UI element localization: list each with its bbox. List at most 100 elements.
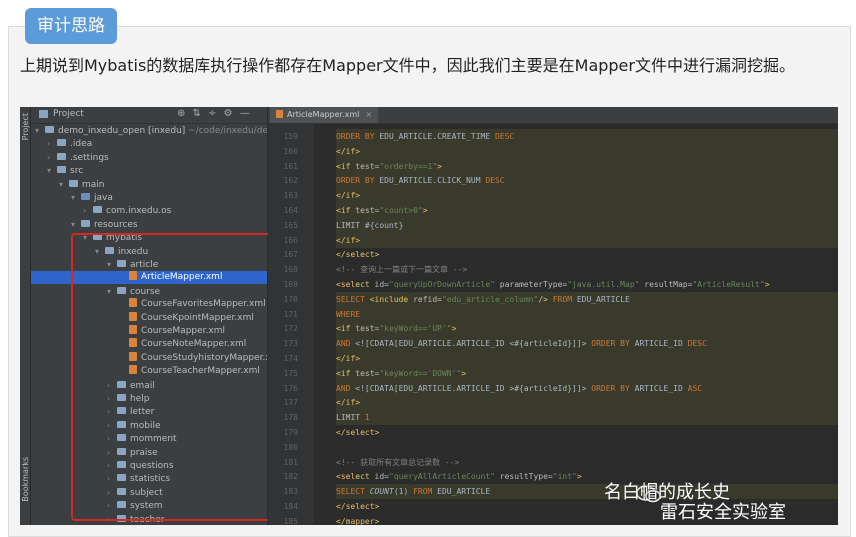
code-token: LIMIT #{count} [336,220,404,230]
code-token: <select [336,280,375,289]
code-line[interactable]: </if> [336,351,360,366]
code-line[interactable]: <if test="count>0"> [336,203,428,218]
code-line[interactable]: <!-- 获取所有文章总记录数 --> [336,455,459,470]
line-number: 170 [283,294,298,304]
code-line[interactable]: WHERE [336,307,360,322]
code-token: <!-- 查询上一篇或下一篇文章 --> [336,265,468,275]
strip-project-label[interactable]: Project [21,113,30,140]
tree-item-label: main [82,179,105,190]
project-panel-title[interactable]: Project [53,109,84,119]
code-token: SELECT [336,294,370,304]
tree-item[interactable]: ▾ src [31,164,267,177]
close-icon[interactable]: × [365,110,372,119]
tree-item[interactable]: ▾ resources [31,218,267,231]
code-line[interactable]: <select id="queryAllArticleCount" result… [336,469,582,484]
tree-item-path: ~/code/inxedu/demo [188,126,267,136]
code-token: EDU_ARTICLE [437,487,491,497]
code-token: FROM [552,294,577,304]
code-token: "orderby==1" [379,161,438,171]
code-line[interactable]: ORDER BY EDU_ARTICLE.CLICK_NUM DESC [336,173,505,188]
code-token: ARTICLE_ID [634,339,688,349]
code-line[interactable]: </if> [336,395,360,410]
code-token: FROM [413,487,438,497]
line-number: 168 [283,265,298,275]
chevron-down-icon[interactable]: ▾ [59,178,69,191]
code-line[interactable]: <if test="orderby==1"> [336,159,442,174]
code-token: </if> [336,146,361,156]
highlight-box [71,233,278,521]
code-token: WHERE [336,309,361,319]
tree-item[interactable]: › .settings [31,151,267,164]
code-line[interactable]: </select> [336,425,379,440]
tree-item[interactable]: ▾ main [31,178,267,191]
code-token: parameterType= [499,280,568,289]
code-line[interactable]: </select> [336,247,379,262]
chevron-down-icon[interactable]: ▾ [71,191,81,204]
code-line[interactable]: SELECT COUNT(1) FROM EDU_ARTICLE [336,484,490,499]
code-line[interactable]: <!-- 查询上一篇或下一篇文章 --> [336,262,467,277]
tab-article-mapper[interactable]: ArticleMapper.xml × [270,107,379,123]
code-token: EDU_ARTICLE.CREATE_TIME [379,132,495,141]
code-token: <if [336,206,356,215]
code-token: <![CDATA[EDU_ARTICLE.ARTICLE_ID >#{artic… [355,383,592,393]
line-number: 162 [283,176,298,186]
line-number: 175 [283,368,298,378]
chevron-right-icon[interactable]: › [47,151,57,164]
code-token: DESC [494,132,515,141]
highlighted-line-background [336,395,838,411]
code-token: refid= [413,294,442,304]
intro-paragraph: 上期说到Mybatis的数据库执行操作都存在Mapper文件中，因此我们主要是在… [20,56,795,75]
chevron-right-icon[interactable]: › [83,204,93,217]
code-token: </if> [336,235,361,245]
xml-file-icon [276,110,283,118]
panel-toolbar-icons[interactable]: ⊕ ⇅ ÷ ⚙ — [177,108,252,119]
code-line[interactable]: <if test="keyWord=='DOWN'"> [336,366,466,381]
code-token: </if> [336,398,361,408]
tree-item-label: resources [94,219,138,230]
code-line[interactable]: AND <![CDATA[EDU_ARTICLE.ARTICLE_ID <#{a… [336,336,707,351]
line-number: 180 [283,442,298,452]
code-token: test= [355,206,380,215]
code-line[interactable]: AND <![CDATA[EDU_ARTICLE.ARTICLE_ID >#{a… [336,381,702,396]
code-line[interactable]: SELECT <include refid="edu_article_colum… [336,292,630,307]
code-token: </select> [336,502,380,511]
folder-icon [57,166,66,174]
code-line[interactable]: </select> [336,499,379,514]
code-line[interactable]: LIMIT 1 [336,410,370,425]
code-line[interactable]: ORDER BY EDU_ARTICLE.CREATE_TIME DESC [336,129,514,144]
code-line[interactable]: </mapper> [336,514,379,525]
line-number-gutter: 159 160 161 162 163 164 165 166 167 168 169 170 171 1… [268,123,314,525]
code-token: test= [355,161,380,171]
code-token: id= [374,472,389,482]
tree-item[interactable]: › .idea [31,137,267,150]
folder-icon [93,206,102,214]
tree-item[interactable]: › com.inxedu.os [31,204,267,217]
code-token: "ArticleResult" [692,280,765,289]
tree-item[interactable]: ▾ java [31,191,267,204]
chevron-down-icon[interactable]: ▾ [47,164,57,177]
tree-item[interactable]: ▾ demo_inxedu_open [inxedu] ~/code/inxedu… [31,124,267,137]
code-token: ORDER BY [591,339,635,349]
tree-item-label: demo_inxedu_open [inxedu] [58,126,186,136]
chevron-down-icon[interactable]: ▾ [35,124,45,137]
code-line[interactable]: </if> [336,144,360,159]
highlighted-line-background [336,410,838,426]
folder-icon [45,126,54,133]
code-token: <!-- 获取所有文章总记录数 --> [336,457,460,467]
code-token: DESC [485,176,505,186]
code-token: </select> [336,250,380,260]
code-token: > [451,324,457,334]
code-line[interactable]: </if> [336,188,360,203]
chevron-right-icon[interactable]: › [47,137,57,150]
section-badge: 审计思路 [25,8,117,44]
editor-tab-bar: ArticleMapper.xml × [268,107,838,124]
highlighted-line-background [336,188,838,204]
code-line[interactable]: LIMIT #{count} [336,218,403,233]
code-line[interactable]: <if test="keyWord=='UP'"> [336,321,456,336]
folder-icon [69,179,78,187]
code-line[interactable]: </if> [336,233,360,248]
code-token: "keyWord=='UP'" [379,324,452,334]
code-line[interactable]: <select id="queryUpOrDownArticle" parame… [336,277,770,292]
chevron-down-icon[interactable]: ▾ [71,218,81,231]
strip-bookmarks-label[interactable]: Bookmarks [21,457,30,502]
